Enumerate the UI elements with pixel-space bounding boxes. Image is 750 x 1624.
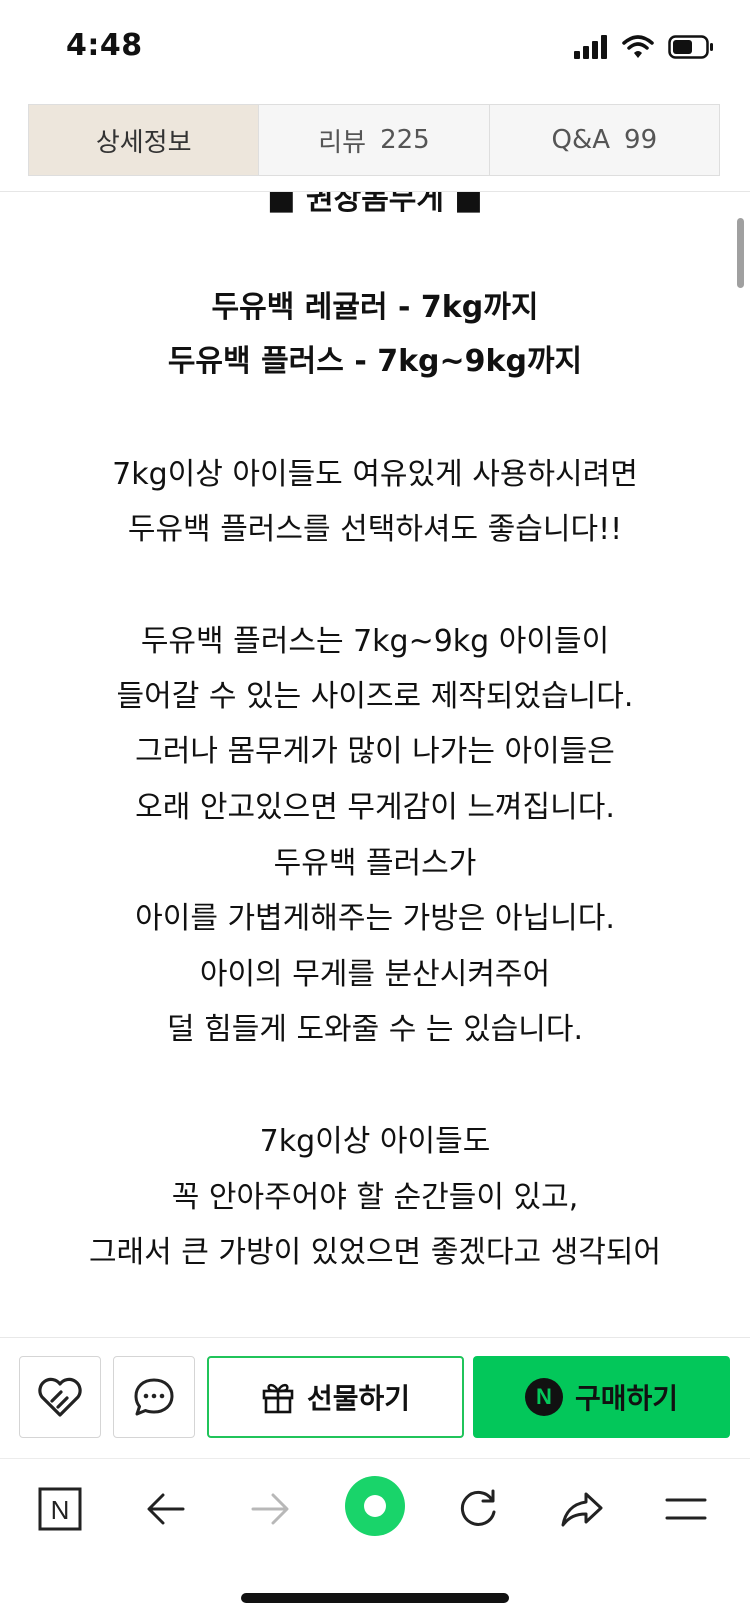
gift-button[interactable]: 선물하기 bbox=[207, 1356, 464, 1438]
content-line: 두유백 플러스는 7kg~9kg 아이들이 bbox=[140, 624, 610, 659]
naver-home-icon: N bbox=[38, 1487, 82, 1531]
content-line: 꼭 안아주어야 할 순간들이 있고, bbox=[171, 1180, 579, 1215]
content-line: 그래서 큰 가방이 있었으면 좋겠다고 생각되어 bbox=[88, 1235, 662, 1270]
content-line: 아이의 무게를 분산시켜주어 bbox=[199, 957, 551, 992]
content-line: 오래 안고있으면 무게감이 느껴집니다. bbox=[135, 790, 615, 825]
green-dot-button[interactable] bbox=[344, 1475, 406, 1537]
battery-icon bbox=[668, 35, 713, 59]
content-line: 아이를 가볍게해주는 가방은 아닙니다. bbox=[135, 901, 615, 936]
share-button[interactable] bbox=[552, 1479, 612, 1539]
tab-reviews-count: 225 bbox=[380, 125, 430, 155]
naver-home-letter: N bbox=[51, 1495, 70, 1525]
talk-inquiry-button[interactable] bbox=[113, 1356, 195, 1438]
wifi-icon bbox=[622, 35, 654, 58]
product-tabs: 상세정보 리뷰 225 Q&A 99 bbox=[28, 104, 720, 176]
cellular-signal-icon bbox=[574, 35, 607, 59]
back-button[interactable] bbox=[136, 1479, 196, 1539]
refresh-icon bbox=[460, 1489, 496, 1526]
buy-button-label: 구매하기 bbox=[574, 1382, 679, 1415]
share-arrow-icon bbox=[561, 1492, 603, 1527]
refresh-button[interactable] bbox=[448, 1479, 508, 1539]
heart-icon bbox=[38, 1377, 82, 1417]
content-line: 두유백 플러스 - 7kg~9kg까지 bbox=[167, 344, 583, 379]
green-dot-icon bbox=[345, 1476, 405, 1536]
content-line: 두유백 플러스가 bbox=[273, 846, 477, 881]
purchase-action-bar: 선물하기 N 구매하기 bbox=[0, 1337, 750, 1458]
home-indicator bbox=[241, 1593, 509, 1603]
menu-button[interactable] bbox=[656, 1479, 716, 1539]
content-line: 그러나 몸무게가 많이 나가는 아이들은 bbox=[135, 734, 615, 769]
content-line: 7kg이상 아이들도 bbox=[259, 1124, 491, 1159]
hamburger-menu-icon bbox=[665, 1498, 707, 1520]
content-line: 들어갈 수 있는 사이즈로 제작되었습니다. bbox=[116, 679, 634, 714]
tab-details[interactable]: 상세정보 bbox=[29, 105, 259, 175]
forward-button[interactable] bbox=[240, 1479, 300, 1539]
status-time: 4:48 bbox=[66, 28, 143, 63]
scrollbar-thumb[interactable] bbox=[737, 218, 744, 288]
tab-qna-label: Q&A bbox=[551, 125, 611, 155]
content-line: 두유백 레귤러 - 7kg까지 bbox=[211, 290, 539, 325]
section-heading: ■ 권장몸무게 ■ bbox=[267, 192, 483, 217]
content-line: 7kg이상 아이들도 여유있게 사용하시려면 bbox=[112, 457, 638, 492]
content-line: 덜 힘들게 도와줄 수 는 있습니다. bbox=[166, 1012, 584, 1047]
tab-qna-count: 99 bbox=[624, 125, 658, 155]
tab-details-label: 상세정보 bbox=[95, 127, 192, 158]
tab-reviews[interactable]: 리뷰 225 bbox=[258, 105, 489, 175]
buy-button[interactable]: N 구매하기 bbox=[473, 1356, 730, 1438]
status-bar: 4:48 bbox=[0, 0, 750, 96]
gift-button-label: 선물하기 bbox=[306, 1382, 411, 1415]
wishlist-button[interactable] bbox=[19, 1356, 101, 1438]
status-icons bbox=[574, 30, 714, 64]
chat-bubble-icon bbox=[134, 1378, 174, 1416]
tab-reviews-label: 리뷰 bbox=[318, 127, 367, 158]
product-detail-content: ■ 권장몸무게 ■ 두유백 레귤러 - 7kg까지 두유백 플러스 - 7kg~… bbox=[0, 192, 750, 1337]
gift-icon bbox=[262, 1383, 294, 1414]
naver-home-button[interactable]: N bbox=[30, 1479, 90, 1539]
content-line: 두유백 플러스를 선택하셔도 좋습니다!! bbox=[127, 512, 623, 547]
naver-pay-icon: N bbox=[524, 1378, 563, 1416]
arrow-left-icon bbox=[147, 1493, 185, 1525]
arrow-right-icon bbox=[251, 1493, 289, 1525]
tab-qna[interactable]: Q&A 99 bbox=[488, 105, 719, 175]
